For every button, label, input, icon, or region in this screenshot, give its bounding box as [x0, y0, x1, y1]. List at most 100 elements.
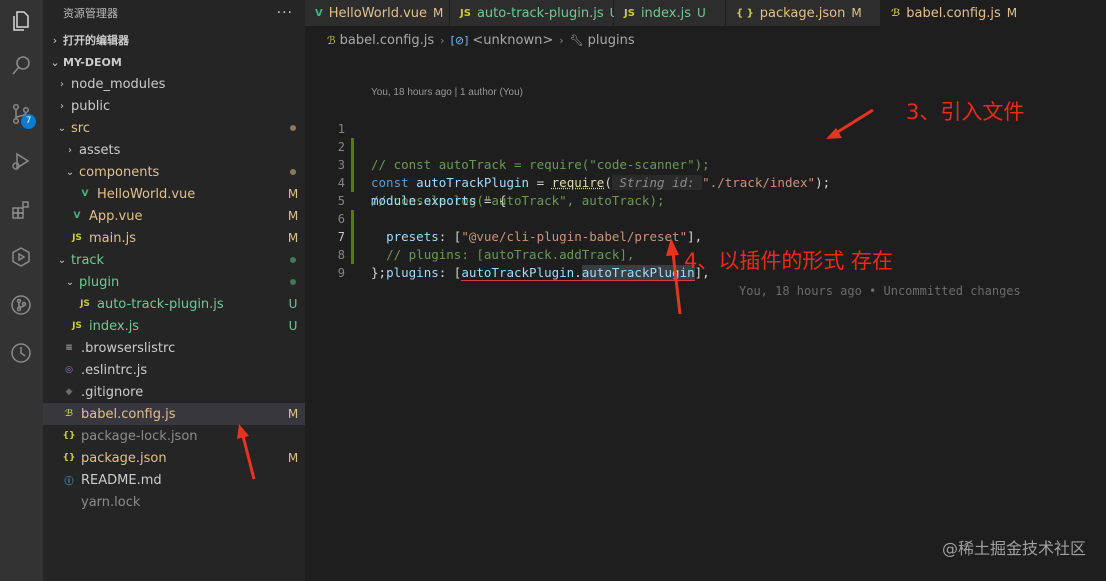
babel-file-icon: ℬ	[64, 409, 74, 419]
git-file-icon: ◆	[65, 387, 73, 397]
scm-badge: 7	[21, 114, 36, 129]
source-control-icon[interactable]: 7	[6, 99, 36, 129]
tab-helloworld-vue[interactable]: V HelloWorld.vue M	[305, 0, 450, 26]
chevron-right-icon: ›	[60, 100, 64, 112]
run-debug-icon[interactable]	[6, 146, 36, 176]
project-section[interactable]: ⌄ MY-DEOM	[43, 51, 305, 73]
js-file-icon: JS	[460, 7, 471, 19]
open-editors-label: 打开的编辑器	[63, 34, 129, 47]
git-status-badge: M	[287, 407, 299, 421]
tab-package-json[interactable]: { } package.json M	[726, 0, 881, 26]
list-file-icon: ≡	[65, 343, 73, 353]
tab-auto-track-plugin-js[interactable]: JSauto-track-plugin.jsU	[450, 0, 618, 26]
tree-item-label: src	[71, 120, 90, 136]
tree-item[interactable]: ⌄ components	[43, 161, 305, 183]
breadcrumb-file[interactable]: babel.config.js	[340, 33, 435, 48]
tree-item-label: plugin	[79, 274, 120, 290]
json-file-icon: { }	[736, 7, 754, 19]
tree-item[interactable]: ⌄ track	[43, 249, 305, 271]
tab-babel-config-js[interactable]: ℬbabel.config.js M	[881, 0, 1106, 26]
tree-item[interactable]: ◆ .gitignore	[43, 381, 305, 403]
chevron-right-icon: ›	[52, 33, 58, 47]
tree-item[interactable]: JS index.js U	[43, 315, 305, 337]
tree-item[interactable]: ⓘ README.md	[43, 469, 305, 491]
line-number: 9	[337, 266, 345, 280]
tab-status: M	[851, 6, 862, 20]
breadcrumb-symbol-unknown[interactable]: <unknown>	[472, 33, 553, 48]
change-dot-icon	[281, 169, 305, 175]
tab-label: auto-track-plugin.js	[476, 5, 604, 21]
js-file-icon: JS	[72, 321, 82, 331]
git-graph-icon[interactable]	[6, 290, 36, 320]
tree-item-label: node_modules	[71, 76, 166, 92]
git-status-badge: M	[287, 209, 299, 223]
punctuation: : [	[438, 265, 462, 280]
search-icon[interactable]	[6, 51, 36, 81]
tree-item[interactable]: yarn.lock	[43, 491, 305, 513]
js-file-icon: JS	[624, 7, 635, 19]
explorer-icon[interactable]	[6, 6, 36, 36]
activity-bar: 7	[0, 0, 43, 581]
tree-item[interactable]: V App.vue M	[43, 205, 305, 227]
git-status-badge: M	[287, 451, 299, 465]
breadcrumb-symbol-plugins[interactable]: plugins	[588, 33, 635, 48]
identifier: autoTrackPlugin	[461, 265, 575, 281]
chevron-down-icon: ⌄	[65, 166, 75, 178]
tree-item-label: .gitignore	[81, 384, 144, 400]
tree-item-label: .eslintrc.js	[81, 362, 148, 378]
tab-status: U	[697, 6, 706, 20]
tree-item[interactable]: V HelloWorld.vue M	[43, 183, 305, 205]
vue-file-icon: V	[73, 211, 81, 221]
git-status-badge: M	[287, 231, 299, 245]
tab-index-js[interactable]: JS index.js U	[614, 0, 726, 26]
timeline-icon[interactable]	[6, 338, 36, 368]
tree-item[interactable]: {} package.json M	[43, 447, 305, 469]
tree-item[interactable]: {} package-lock.json	[43, 425, 305, 447]
tree-item[interactable]: › public	[43, 95, 305, 117]
tree-item[interactable]: › node_modules	[43, 73, 305, 95]
change-dot-icon	[281, 257, 305, 263]
codelens-blame[interactable]: You, 18 hours ago | 1 author (You)	[371, 87, 523, 98]
breadcrumb: ℬ babel.config.js › [⊘] <unknown> › 🔧︎ p…	[305, 26, 1106, 54]
tab-label: package.json	[759, 5, 846, 21]
chevron-right-icon: ›	[559, 33, 564, 47]
remote-explorer-icon[interactable]	[6, 242, 36, 272]
chevron-right-icon: ›	[60, 78, 64, 90]
git-status-badge: U	[288, 319, 298, 333]
tree-item-label: index.js	[89, 318, 140, 334]
tab-status: M	[1006, 6, 1018, 20]
tree-item[interactable]: ≡ .browserslistrc	[43, 337, 305, 359]
tab-label: index.js	[640, 5, 692, 21]
code-line-6: 6 // plugins: [autoTrack.addTrack],	[305, 192, 1106, 262]
tree-item[interactable]: ⌄ src	[43, 117, 305, 139]
identifier-highlighted: autoTrackPlugin	[581, 265, 695, 281]
tree-item[interactable]: › assets	[43, 139, 305, 161]
tab-status: M	[433, 6, 444, 20]
tree-item[interactable]: JS auto-track-plugin.js U	[43, 293, 305, 315]
tree-item-label: .browserslistrc	[81, 340, 176, 356]
json-file-icon: {}	[62, 453, 76, 463]
tree-item-label: main.js	[89, 230, 136, 246]
tree-item[interactable]: ◎ .eslintrc.js	[43, 359, 305, 381]
open-editors-section[interactable]: › 打开的编辑器	[43, 29, 305, 51]
change-dot-icon	[281, 125, 305, 131]
chevron-right-icon: ›	[440, 33, 445, 47]
chevron-down-icon: ⌄	[57, 254, 67, 266]
tree-item-label: App.vue	[89, 208, 143, 224]
tab-label: HelloWorld.vue	[328, 5, 428, 21]
inline-blame: You, 18 hours ago • Uncommitted changes	[739, 284, 1021, 298]
tree-item-label: package.json	[81, 450, 167, 466]
code-line-7: 7 plugins: [autoTrackPlugin.autoTrackPlu…	[305, 210, 1106, 298]
json-file-icon: {}	[62, 431, 76, 441]
extensions-icon[interactable]	[6, 195, 36, 225]
more-actions-icon[interactable]: ···	[277, 5, 293, 21]
code-editor[interactable]: You, 18 hours ago | 1 author (You) 1 // …	[305, 54, 1106, 581]
vue-file-icon: V	[315, 7, 323, 19]
tree-item[interactable]: JS main.js M	[43, 227, 305, 249]
tree-item-label: README.md	[81, 472, 162, 488]
property: plugins	[386, 265, 439, 280]
tree-item[interactable]: ℬbabel.config.js M	[43, 403, 305, 425]
tree-item[interactable]: ⌄ plugin	[43, 271, 305, 293]
chevron-down-icon: ⌄	[50, 55, 60, 69]
chevron-down-icon: ⌄	[65, 276, 75, 288]
